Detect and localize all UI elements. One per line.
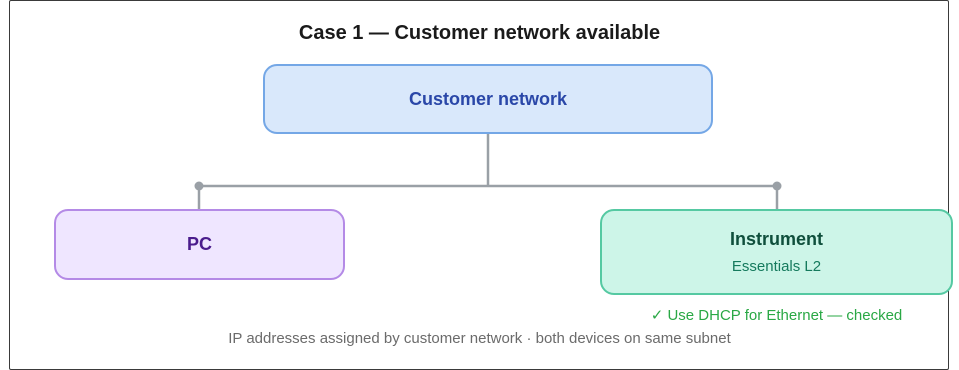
instrument-node: Instrument Essentials L2 (600, 209, 953, 295)
instrument-label: Instrument (729, 229, 823, 249)
network-connectors (194, 134, 782, 209)
customer-network-node: Customer network (263, 64, 713, 134)
dhcp-status-note: ✓ Use DHCP for Ethernet — checked (650, 307, 903, 324)
instrument-sublabel: Essentials L2 (731, 258, 822, 275)
footer-note: IP addresses assigned by customer networ… (228, 330, 731, 347)
pc-node: PC (54, 209, 345, 280)
pc-junction-dot (194, 181, 204, 191)
pc-label: PC (186, 234, 212, 254)
instrument-junction-dot (772, 181, 782, 191)
customer-network-label: Customer network (408, 88, 568, 109)
